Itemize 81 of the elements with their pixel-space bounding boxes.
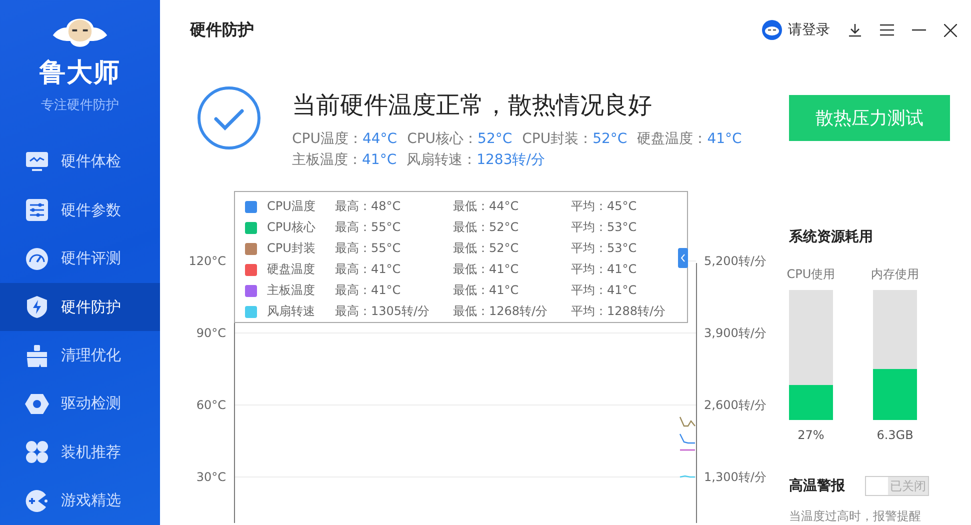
temperature-reading: CPU封装：52°C xyxy=(522,130,628,150)
legend-max: 最高：48°C xyxy=(335,198,402,215)
avatar-icon xyxy=(762,20,782,40)
legend-max: 最高：41°C xyxy=(335,282,402,299)
legend-min: 最低：52°C xyxy=(453,219,520,236)
sidebar-item[interactable]: 装机推荐 xyxy=(0,428,160,477)
axis-label: 3,900转/分 xyxy=(704,326,766,340)
usage-label: 内存使用 xyxy=(871,266,919,283)
sidebar-label: 硬件体检 xyxy=(61,152,121,172)
sidebar-item[interactable]: 硬件参数 xyxy=(0,186,160,234)
axis-label: 120°C xyxy=(188,254,226,268)
temperature-reading: 主板温度：41°C xyxy=(292,151,397,170)
axis-label: 30°C xyxy=(196,470,226,484)
sidebar-item[interactable]: 硬件评测 xyxy=(0,234,160,283)
sidebar-label: 游戏精选 xyxy=(61,491,121,510)
sidebar-label: 硬件防护 xyxy=(61,298,121,317)
monitor-icon xyxy=(25,150,49,174)
sensor-lines-drawing xyxy=(679,416,696,478)
legend-name: 风扇转速 xyxy=(267,303,316,320)
legend-name: 硬盘温度 xyxy=(267,261,316,278)
sidebar-label: 驱动检测 xyxy=(61,394,121,414)
legend-max: 最高：41°C xyxy=(335,261,402,278)
sidebar-label: 硬件参数 xyxy=(61,200,121,220)
temperature-reading: 硬盘温度：41°C xyxy=(637,130,742,150)
legend-name: CPU核心 xyxy=(267,219,316,236)
axis-label: 5,200转/分 xyxy=(704,254,766,268)
legend-avg: 平均：53°C xyxy=(571,219,638,236)
temperature-reading: 风扇转速：1283转/分 xyxy=(406,151,545,170)
sidebar-item[interactable]: 游戏精选 xyxy=(0,476,160,525)
usage-reading: 27% xyxy=(798,428,824,442)
sidebar-item[interactable]: 硬件体检 xyxy=(0,138,160,186)
legend-avg: 平均：53°C xyxy=(571,240,638,257)
brand-slogan: 专注硬件防护 xyxy=(41,96,119,114)
legend-avg: 平均：45°C xyxy=(571,198,638,215)
legend-min: 最低：41°C xyxy=(453,261,520,278)
sidebar-label: 清理优化 xyxy=(61,346,121,365)
shield-icon xyxy=(25,295,49,320)
legend-avg: 平均：1288转/分 xyxy=(571,303,667,320)
sidebar-item[interactable]: 硬件防护 xyxy=(0,282,160,332)
legend-avg: 平均：41°C xyxy=(571,282,638,299)
game-icon xyxy=(25,488,49,513)
collapse-tab[interactable] xyxy=(678,248,688,268)
usage-reading: 6.3GB xyxy=(876,428,914,442)
sidebar-item[interactable]: 驱动检测 xyxy=(0,380,160,428)
brush-icon xyxy=(25,344,49,368)
clover-icon xyxy=(25,440,49,464)
axis-label: 2,600转/分 xyxy=(704,398,766,412)
temperature-reading: CPU温度：44°C xyxy=(292,130,398,150)
sidebar-label: 装机推荐 xyxy=(61,442,121,462)
legend-max: 最高：55°C xyxy=(335,219,402,236)
sliders-icon xyxy=(25,198,49,222)
legend-avg: 平均：41°C xyxy=(571,261,638,278)
legend-name: CPU封装 xyxy=(267,240,316,257)
temperature-reading: CPU核心：52°C xyxy=(407,130,512,150)
legend-min: 最低：52°C xyxy=(453,240,520,257)
gauge-icon xyxy=(25,246,49,271)
legend-min: 最低：41°C xyxy=(453,282,520,299)
nut-icon xyxy=(25,392,49,416)
legend-min: 最低：44°C xyxy=(453,198,520,215)
section-title: 高温警报 xyxy=(789,477,845,495)
section-title: 系统资源耗用 xyxy=(789,228,874,246)
page-title: 硬件防护 xyxy=(190,20,255,41)
alarm-hint: 当温度过高时，报警提醒 xyxy=(789,508,922,525)
download-icon[interactable] xyxy=(848,23,862,38)
axis-label: 90°C xyxy=(196,326,226,340)
legend-max: 最高：1305转/分 xyxy=(335,303,431,320)
menu-icon[interactable] xyxy=(880,24,894,36)
legend-name: CPU温度 xyxy=(267,198,316,215)
legend-max: 最高：55°C xyxy=(335,240,402,257)
close-icon[interactable] xyxy=(944,24,957,37)
legend-name: 主板温度 xyxy=(267,282,316,299)
sidebar-label: 硬件评测 xyxy=(61,249,121,268)
usage-label: CPU使用 xyxy=(786,266,836,283)
status-headline: 当前硬件温度正常，散热情况良好 xyxy=(292,90,653,122)
sidebar-item[interactable]: 清理优化 xyxy=(0,331,160,380)
axis-label: 60°C xyxy=(196,398,226,412)
axis-label: 1,300转/分 xyxy=(704,470,766,484)
brand-name: 鲁大师 xyxy=(40,56,120,90)
legend-min: 最低：1268转/分 xyxy=(453,303,549,320)
login-button[interactable]: 请登录 xyxy=(762,20,830,40)
chevron-left-icon xyxy=(681,254,685,262)
